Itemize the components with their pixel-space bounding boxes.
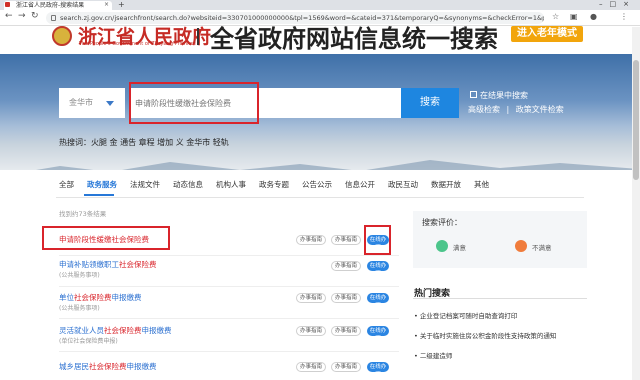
highlight-box-result xyxy=(42,226,170,250)
result-title[interactable]: 申请补贴领缴职工社会保险费 xyxy=(59,259,157,270)
profile-icon[interactable]: ● xyxy=(590,12,597,21)
result-count: 找到约73条结果 xyxy=(59,210,107,218)
tab-open-data[interactable]: 数据开放 xyxy=(431,180,461,189)
result-title[interactable]: 灵活就业人员社会保险费申报缴费 xyxy=(59,325,172,336)
guide-button[interactable]: 办事指南 xyxy=(331,362,361,372)
national-emblem-icon xyxy=(52,26,72,46)
result-divider xyxy=(59,318,399,319)
tab-other[interactable]: 其他 xyxy=(474,180,489,189)
result-divider xyxy=(59,286,399,287)
scrollbar-thumb[interactable] xyxy=(633,60,639,180)
result-subtitle: (单位社会保险费申报) xyxy=(59,338,118,345)
online-apply-button[interactable]: 在线办理 xyxy=(367,326,389,342)
online-apply-button[interactable]: 在线办理 xyxy=(367,261,389,277)
policy-search-link[interactable]: 政策文件检索 xyxy=(516,105,564,114)
result-subtitle: (公共服务事项) xyxy=(59,272,100,279)
category-tabs: 全部 政务服务 法规文件 动态信息 机构人事 政务专题 公告公示 信息公开 政民互动 数据开放 其他 xyxy=(59,179,502,193)
hot-words-label: 热搜词： xyxy=(59,138,91,147)
hot-search-item[interactable]: • 企业登记档案可随时自助查询打印 xyxy=(414,310,517,320)
result-subtitle: (公共服务事项) xyxy=(59,305,100,312)
tab-news[interactable]: 动态信息 xyxy=(173,180,203,189)
advanced-links: 高级检索 | 政策文件检索 xyxy=(468,105,564,114)
city-select[interactable]: 金华市 xyxy=(59,88,125,118)
elder-mode-button[interactable]: 进入老年模式 xyxy=(511,26,583,42)
browser-tab[interactable]: 浙江省人民政府-搜索结果 xyxy=(4,1,112,10)
evaluation-title: 搜索评价： xyxy=(422,218,462,227)
online-apply-button[interactable]: 在线办理 xyxy=(367,362,389,378)
hot-search-item[interactable]: • 二级建造师 xyxy=(414,350,452,360)
sad-icon[interactable] xyxy=(515,240,527,252)
hot-words: 热搜词：火腿 金 通告 章程 增加 义 金华市 轻轨 xyxy=(59,137,229,148)
result-title[interactable]: 城乡居民社会保险费申报缴费 xyxy=(59,361,157,372)
tab-all[interactable]: 全部 xyxy=(59,180,74,189)
guide-button[interactable]: 办事指南 xyxy=(331,261,361,271)
site-title: 全省政府网站信息统一搜索 xyxy=(210,25,498,53)
close-tab-icon[interactable]: × xyxy=(104,1,109,8)
lock-icon xyxy=(51,15,56,21)
highlight-box-apply xyxy=(364,225,391,255)
result-divider xyxy=(59,255,399,256)
tabs-divider xyxy=(56,197,584,198)
unsatisfied-label[interactable]: 不满意 xyxy=(532,242,552,252)
hot-search-divider xyxy=(413,298,587,299)
new-tab-icon[interactable]: + xyxy=(118,0,125,9)
hot-words-list[interactable]: 火腿 金 通告 章程 增加 义 金华市 轻轨 xyxy=(91,138,229,147)
tab-notices[interactable]: 公告公示 xyxy=(302,180,332,189)
guide-button[interactable]: 办事指南 xyxy=(296,362,326,372)
tab-gov-service[interactable]: 政务服务 xyxy=(87,180,117,189)
star-icon[interactable]: ☆ xyxy=(552,12,559,21)
guide-button[interactable]: 办事指南 xyxy=(296,326,326,336)
guide-button[interactable]: 办事指南 xyxy=(296,293,326,303)
highlight-box-search xyxy=(129,82,259,124)
online-apply-button[interactable]: 在线办理 xyxy=(367,293,389,309)
hot-search-item[interactable]: • 关于临时实施住房公积金阶段性支持政策的通知 xyxy=(414,330,556,340)
in-result-label: 在结果中搜索 xyxy=(480,91,528,100)
favicon-icon xyxy=(5,2,10,7)
guide-button[interactable]: 办事指南 xyxy=(296,235,326,245)
gov-name-en: The People's Government of Zhejiang Prov… xyxy=(79,41,196,47)
tab-disclosure[interactable]: 信息公开 xyxy=(345,180,375,189)
active-tab-indicator xyxy=(84,194,114,196)
tab-regulations[interactable]: 法规文件 xyxy=(130,180,160,189)
extension-icon[interactable]: ▣ xyxy=(570,12,578,21)
back-icon[interactable]: ← xyxy=(5,11,13,21)
tab-interaction[interactable]: 政民互动 xyxy=(388,180,418,189)
reload-icon[interactable]: ↻ xyxy=(31,11,39,21)
guide-button[interactable]: 办事指南 xyxy=(331,326,361,336)
search-button[interactable]: 搜索 xyxy=(401,88,459,118)
mountains-image xyxy=(36,160,640,170)
result-divider xyxy=(59,351,399,352)
result-title[interactable]: 单位社会保险费申报缴费 xyxy=(59,292,142,303)
menu-icon[interactable]: ⋮ xyxy=(620,12,628,21)
tab-topics[interactable]: 政务专题 xyxy=(259,180,289,189)
tab-personnel[interactable]: 机构人事 xyxy=(216,180,246,189)
window-controls[interactable]: –□× xyxy=(599,0,636,8)
forward-icon[interactable]: → xyxy=(18,11,26,21)
advanced-search-link[interactable]: 高级检索 xyxy=(468,105,500,114)
satisfied-label[interactable]: 满意 xyxy=(453,242,466,252)
guide-button[interactable]: 办事指南 xyxy=(331,235,361,245)
in-result-checkbox[interactable] xyxy=(470,91,477,98)
header-divider xyxy=(197,28,199,45)
smile-icon[interactable] xyxy=(436,240,448,252)
chevron-down-icon[interactable] xyxy=(106,101,114,106)
guide-button[interactable]: 办事指南 xyxy=(331,293,361,303)
